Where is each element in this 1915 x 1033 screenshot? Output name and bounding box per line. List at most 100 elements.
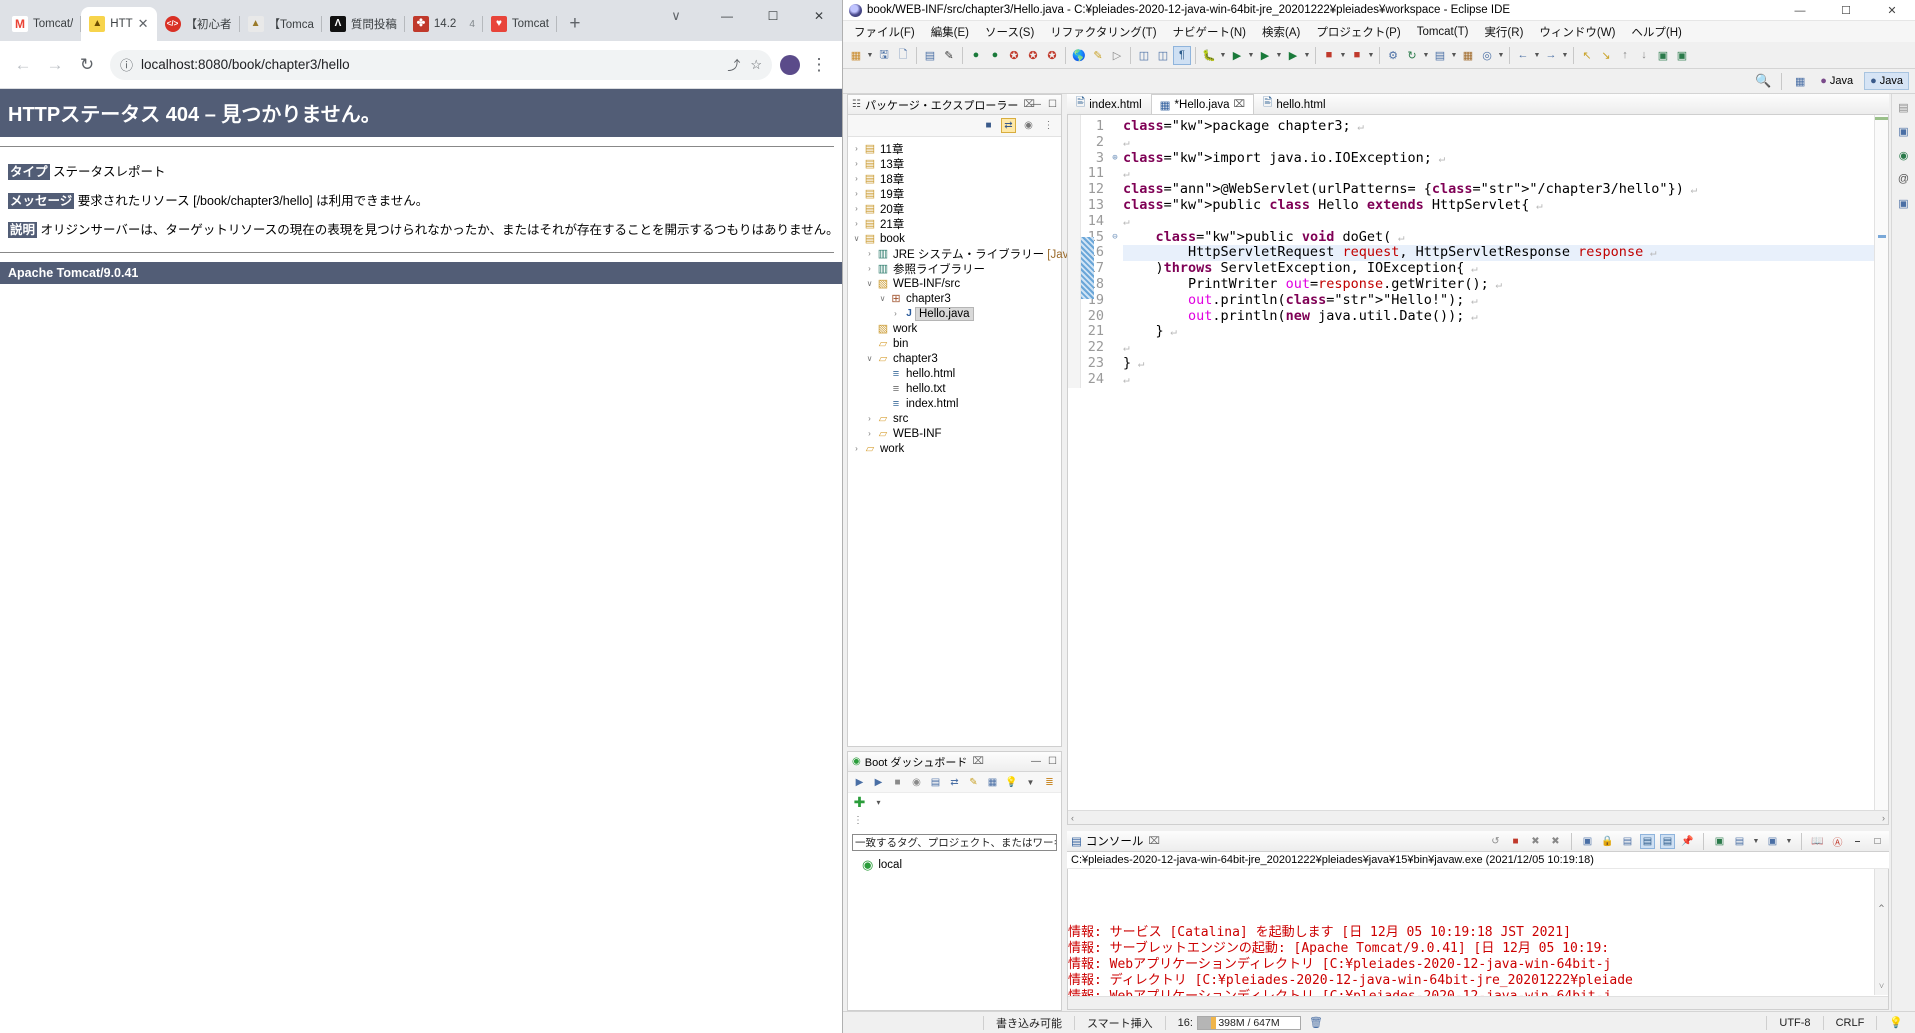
editor-horizontal-scrollbar[interactable]: ‹ › [1068, 810, 1888, 824]
console-horizontal-scrollbar[interactable]: ‹ › [1068, 996, 1888, 1009]
debug-dropdown-icon[interactable]: ▼ [1219, 52, 1227, 59]
open-resource-icon[interactable]: ▣ [1654, 46, 1672, 65]
tree-item[interactable]: › ▱ work [848, 441, 1061, 456]
stop-icon[interactable]: ■ [890, 775, 905, 790]
browser-menu-icon[interactable]: ⋮ [804, 50, 834, 80]
menu-navigate[interactable]: ナビゲート(N) [1170, 23, 1249, 41]
tab-search-chevron-down-icon[interactable]: ∨ [662, 0, 690, 32]
close-icon[interactable]: ⌧ [972, 756, 984, 767]
clear-console-icon[interactable]: ▣ [1580, 834, 1595, 849]
start-icon[interactable]: ▶ [852, 775, 867, 790]
menu-search[interactable]: 検索(A) [1259, 23, 1303, 41]
terminate-dropdown-icon[interactable]: ▼ [1339, 52, 1347, 59]
coverage-dropdown-icon[interactable]: ▼ [1303, 52, 1311, 59]
maximize-button[interactable]: ☐ [750, 0, 796, 32]
refresh-icon[interactable]: ↻ [1403, 46, 1421, 65]
dropdown-icon[interactable]: ▼ [1023, 775, 1038, 790]
fold-toggle-icon[interactable]: ⊕ [1107, 151, 1123, 167]
project-tree[interactable]: › ▤ 11章 › ▤ 13章 › ▤ 18章 › ▤ 19章 › ▤ 20章 › ▤ 21章 ∨ ▤ book › ▥ JR… [848, 137, 1110, 456]
bulb-icon[interactable]: 💡 [1877, 1012, 1915, 1033]
view-menu-icon[interactable]: ◉ [1021, 118, 1036, 133]
remove-all-terminated-icon[interactable]: ✖ [1548, 834, 1563, 849]
chevron-right-icon[interactable]: › [864, 249, 875, 258]
back-history-icon[interactable]: ← [1514, 46, 1532, 65]
close-icon[interactable]: ⌧ [1148, 836, 1160, 847]
menu-run[interactable]: 実行(R) [1481, 23, 1526, 41]
quick-access-icon[interactable]: ✎ [940, 46, 958, 65]
open-task-icon[interactable]: ◫ [1154, 46, 1172, 65]
debug-icon[interactable]: ▶ [871, 775, 886, 790]
tomcat-start-icon[interactable]: ● [967, 46, 985, 65]
tree-item[interactable]: › ▤ 11章 [848, 141, 1061, 156]
minimize-button[interactable]: — [1031, 99, 1041, 110]
chevron-down-icon[interactable]: ∨ [864, 354, 875, 363]
browser-tab[interactable]: ▲ 【Tomca [240, 7, 322, 41]
menu-edit[interactable]: 編集(E) [928, 23, 972, 41]
add-icon[interactable]: ✚ [852, 794, 867, 810]
tree-item[interactable]: › ▱ src [848, 411, 1061, 426]
editor-source-text[interactable]: class="kw">package chapter3; ↵ ↵ class="kw… [1123, 115, 1888, 388]
display-selected-console-icon[interactable]: ▣ [1712, 834, 1727, 849]
close-button[interactable]: ✕ [1869, 0, 1915, 21]
open-type-icon[interactable]: ◫ [1135, 46, 1153, 65]
snippets-view-icon[interactable]: ▣ [1895, 194, 1913, 212]
paragraph-icon[interactable]: ¶ [1173, 45, 1191, 65]
tree-item[interactable]: ∨ ⊞ chapter3 [848, 291, 1061, 306]
next-annotation-icon[interactable]: ↓ [1635, 46, 1653, 65]
save-icon[interactable]: 🖫 [875, 46, 893, 65]
chevron-right-icon[interactable]: › [864, 429, 875, 438]
fold-toggle-icon[interactable]: ⊖ [1107, 230, 1123, 246]
chevron-right-icon[interactable]: › [851, 189, 862, 198]
console-output[interactable]: ^ ˅ ‹ › 情報: サービス [Catalina] を起動します [日 12… [1067, 869, 1889, 1010]
tree-item[interactable]: › J Hello.java [848, 306, 1061, 321]
servers-view-icon[interactable]: ◉ [1895, 146, 1913, 164]
debug-icon[interactable]: 🐛 [1200, 46, 1218, 65]
maximize-button[interactable]: ☐ [1048, 99, 1057, 110]
tree-item[interactable]: › ▤ 18章 [848, 171, 1061, 186]
new-console-icon[interactable]: ▣ [1765, 834, 1780, 849]
memory-indicator[interactable]: 398M / 647M [1196, 1015, 1301, 1030]
menu-tomcat[interactable]: Tomcat(T) [1414, 25, 1472, 39]
new-console-dropdown-icon[interactable]: ▼ [1785, 838, 1793, 845]
outline-view-icon[interactable]: ▤ [1895, 98, 1913, 116]
annotations-view-icon[interactable]: @ [1895, 170, 1913, 188]
back-dropdown-icon[interactable]: ▼ [1533, 52, 1541, 59]
forward-button[interactable]: → [40, 50, 70, 80]
new-java-project-icon[interactable]: ▤ [1431, 46, 1449, 65]
new-tab-button[interactable]: + [561, 10, 589, 38]
perspective-button-java[interactable]: ● Java [1815, 73, 1858, 89]
search-resource-icon[interactable]: ▣ [1673, 46, 1691, 65]
tree-item[interactable]: › ▤ 21章 [848, 216, 1061, 231]
avatar[interactable] [780, 54, 800, 75]
browser-tab[interactable]: </> 【初心者 [157, 7, 240, 41]
chevron-right-icon[interactable]: › [851, 204, 862, 213]
edit-icon[interactable]: ✎ [966, 775, 981, 790]
new-class-icon[interactable]: ◎ [1478, 46, 1496, 65]
maximize-button[interactable]: ☐ [1048, 756, 1057, 767]
browser-tab[interactable]: M Tomcat/ [4, 7, 82, 41]
maximize-button[interactable]: ☐ [1823, 0, 1869, 21]
terminate-icon[interactable]: ■ [1508, 834, 1523, 849]
run-as-icon[interactable]: ▶ [1256, 46, 1274, 65]
chevron-right-icon[interactable]: › [851, 174, 862, 183]
tomcat-update-icon[interactable]: ✪ [1043, 46, 1061, 65]
boot-dashboard-filter-input[interactable]: 一致するタグ、プロジェクト、またはワーキング・セット名 [852, 834, 1057, 851]
browser-tab[interactable]: ♥ Tomcat [483, 7, 557, 41]
globe-icon[interactable]: 🌎 [1070, 46, 1088, 65]
chevron-down-icon[interactable]: ∨ [851, 234, 862, 243]
menu-help[interactable]: ヘルプ(H) [1628, 23, 1684, 41]
run-as-dropdown-icon[interactable]: ▼ [1275, 52, 1283, 59]
chevron-right-icon[interactable]: › [864, 264, 875, 273]
markers-view-icon[interactable]: ▣ [1895, 122, 1913, 140]
info-icon[interactable]: ⓘ [120, 55, 133, 74]
open-console-icon[interactable]: ▤ [1732, 834, 1747, 849]
menu-project[interactable]: プロジェクト(P) [1313, 23, 1403, 41]
prev-annotation-icon[interactable]: ↑ [1616, 46, 1634, 65]
tomcat-stop-icon[interactable]: ● [986, 46, 1004, 65]
tree-item[interactable]: › ▥ 参照ライブラリー [848, 261, 1061, 276]
view-menu-icon[interactable]: ⋮ [853, 815, 863, 826]
tree-item[interactable]: ≡ hello.html [848, 366, 1061, 381]
properties-icon[interactable]: ▦ [985, 775, 1000, 790]
terminate-icon[interactable]: ■ [1320, 46, 1338, 65]
tree-item[interactable]: › ▱ WEB-INF [848, 426, 1061, 441]
